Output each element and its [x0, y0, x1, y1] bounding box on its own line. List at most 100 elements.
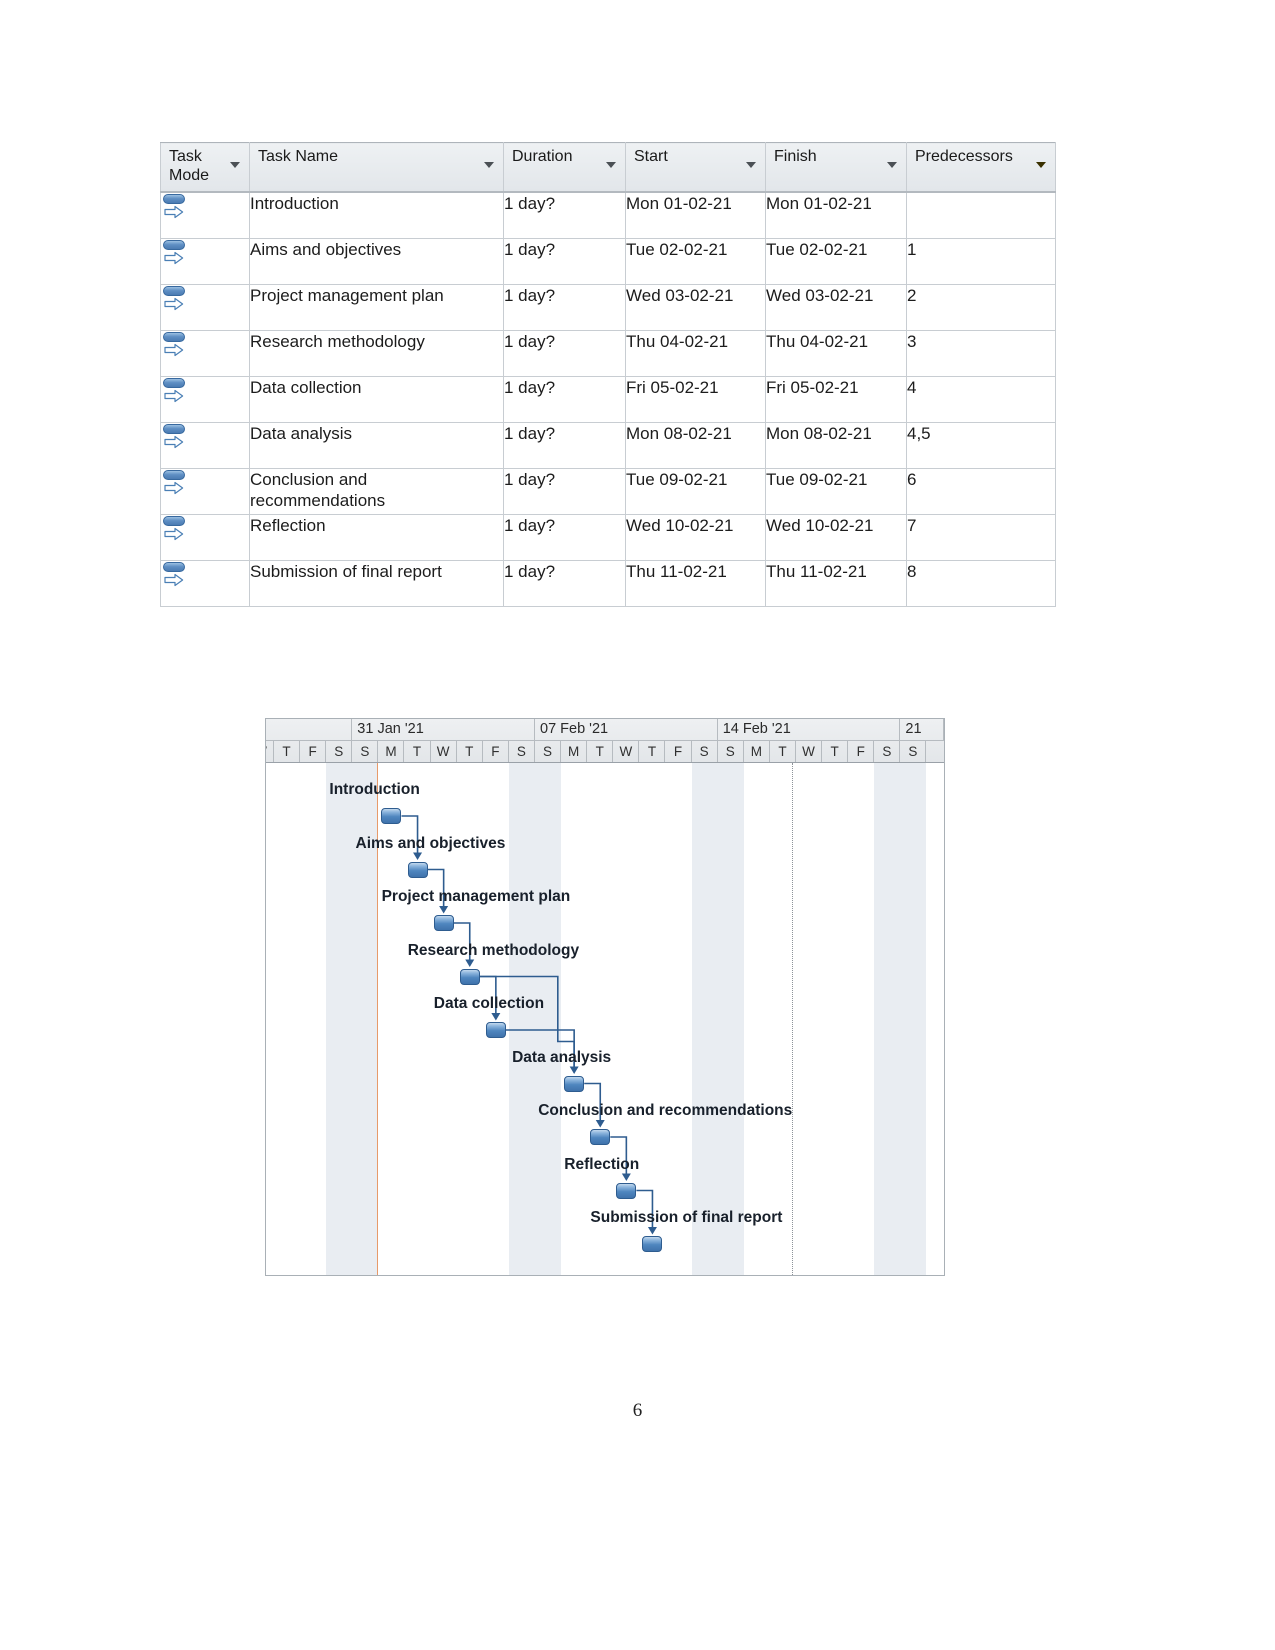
cell-start[interactable]: Fri 05-02-21 — [625, 375, 766, 423]
gantt-task-bar[interactable] — [459, 968, 480, 985]
cell-duration[interactable]: 1 day? — [503, 283, 626, 331]
cell-predecessors[interactable]: 4,5 — [906, 421, 1056, 469]
cell-start[interactable]: Thu 04-02-21 — [625, 329, 766, 377]
cell-duration[interactable]: 1 day? — [503, 375, 626, 423]
timeline-day-label: F — [483, 741, 509, 762]
cell-start[interactable]: Wed 10-02-21 — [625, 513, 766, 561]
cell-start[interactable]: Tue 02-02-21 — [625, 237, 766, 285]
filter-arrow-icon[interactable] — [1036, 162, 1046, 168]
filter-arrow-icon[interactable] — [484, 162, 494, 168]
cell-task-name[interactable]: Conclusion and recommendations — [249, 467, 504, 515]
filter-arrow-icon[interactable] — [606, 162, 616, 168]
cell-task-name[interactable]: Data analysis — [249, 421, 504, 469]
cell-start[interactable]: Tue 09-02-21 — [625, 467, 766, 515]
gantt-day-column — [326, 763, 353, 1275]
gantt-task-bar[interactable] — [485, 1022, 506, 1038]
filter-arrow-icon[interactable] — [230, 162, 240, 168]
cell-start[interactable]: Thu 11-02-21 — [625, 559, 766, 607]
column-header-predecessors[interactable]: Predecessors — [906, 142, 1056, 193]
cell-predecessors[interactable]: 8 — [906, 559, 1056, 607]
cell-finish[interactable]: Wed 03-02-21 — [765, 283, 907, 331]
gantt-day-column — [744, 763, 770, 1275]
cell-duration[interactable]: 1 day? — [503, 467, 626, 515]
duration-text: 1 day? — [504, 423, 556, 443]
cell-start[interactable]: Wed 03-02-21 — [625, 283, 766, 331]
table-row[interactable]: Aims and objectives 1 day? Tue 02-02-21 Tue… — [160, 237, 1056, 285]
table-row[interactable]: Project management plan 1 day? Wed 03-02-2… — [160, 283, 1056, 331]
cell-task-mode[interactable] — [160, 329, 250, 377]
cell-duration[interactable]: 1 day? — [503, 513, 626, 561]
table-row[interactable]: Data analysis 1 day? Mon 08-02-21 Mon 08-02… — [160, 421, 1056, 469]
column-header-task-mode[interactable]: Task Mode — [160, 142, 250, 193]
cell-start[interactable]: Mon 01-02-21 — [625, 191, 766, 239]
cell-task-name[interactable]: Reflection — [249, 513, 504, 561]
timeline-day-label: W — [613, 741, 640, 762]
table-row[interactable]: Research methodology 1 day? Thu 04-02-21 Th… — [160, 329, 1056, 377]
gantt-task-bar[interactable] — [564, 1075, 585, 1092]
duration-text: 1 day? — [504, 377, 556, 397]
cell-task-name[interactable]: Data collection — [249, 375, 504, 423]
filter-arrow-icon[interactable] — [746, 162, 756, 168]
table-row[interactable]: Submission of final report 1 day? Thu 11-0… — [160, 559, 1056, 607]
gantt-task-label: Data analysis — [512, 1048, 612, 1066]
cell-finish[interactable]: Mon 01-02-21 — [765, 191, 907, 239]
cell-task-mode[interactable] — [160, 375, 250, 423]
table-row[interactable]: Reflection 1 day? Wed 10-02-21 Wed 10-02-21… — [160, 513, 1056, 561]
cell-predecessors[interactable]: 1 — [906, 237, 1056, 285]
gantt-timeline-header: 31 Jan '2107 Feb '2114 Feb '2121 WTFSSMT… — [266, 719, 944, 763]
start-date-text: Tue 09-02-21 — [626, 469, 728, 489]
gantt-task-bar[interactable] — [407, 861, 428, 878]
cell-finish[interactable]: Fri 05-02-21 — [765, 375, 907, 423]
cell-task-mode[interactable] — [160, 421, 250, 469]
cell-task-mode[interactable] — [160, 237, 250, 285]
column-header-task-name[interactable]: Task Name — [249, 142, 504, 193]
gantt-task-bar[interactable] — [642, 1236, 663, 1252]
cell-task-mode[interactable] — [160, 467, 250, 515]
cell-predecessors[interactable]: 3 — [906, 329, 1056, 377]
cell-duration[interactable]: 1 day? — [503, 191, 626, 239]
column-header-finish[interactable]: Finish — [765, 142, 907, 193]
gantt-task-bar[interactable] — [381, 808, 402, 824]
table-row[interactable]: Data collection 1 day? Fri 05-02-21 Fri 05-… — [160, 375, 1056, 423]
cell-predecessors[interactable]: 7 — [906, 513, 1056, 561]
cell-predecessors[interactable]: 2 — [906, 283, 1056, 331]
cell-task-name[interactable]: Introduction — [249, 191, 504, 239]
gantt-task-bar[interactable] — [616, 1182, 637, 1199]
cell-task-mode[interactable] — [160, 283, 250, 331]
cell-finish[interactable]: Tue 09-02-21 — [765, 467, 907, 515]
gantt-task-bar[interactable] — [590, 1129, 611, 1145]
table-row[interactable]: Introduction 1 day? Mon 01-02-21 Mon 01-02-… — [160, 191, 1056, 239]
cell-duration[interactable]: 1 day? — [503, 559, 626, 607]
cell-predecessors[interactable]: 6 — [906, 467, 1056, 515]
cell-finish[interactable]: Thu 04-02-21 — [765, 329, 907, 377]
task-name-text: Reflection — [250, 515, 326, 535]
timeline-day-label: S — [535, 741, 562, 762]
start-date-text: Wed 10-02-21 — [626, 515, 734, 535]
cell-task-mode[interactable] — [160, 513, 250, 561]
cell-predecessors[interactable]: 4 — [906, 375, 1056, 423]
cell-task-mode[interactable] — [160, 559, 250, 607]
gantt-task-bar[interactable] — [433, 915, 454, 931]
column-header-start[interactable]: Start — [625, 142, 766, 193]
filter-arrow-icon[interactable] — [887, 162, 897, 168]
cell-task-name[interactable]: Submission of final report — [249, 559, 504, 607]
cell-finish[interactable]: Tue 02-02-21 — [765, 237, 907, 285]
cell-finish[interactable]: Wed 10-02-21 — [765, 513, 907, 561]
task-name-text: Data collection — [250, 377, 362, 397]
task-mode-bar-icon — [163, 285, 185, 296]
cell-start[interactable]: Mon 08-02-21 — [625, 421, 766, 469]
cell-finish[interactable]: Thu 11-02-21 — [765, 559, 907, 607]
cell-duration[interactable]: 1 day? — [503, 329, 626, 377]
cell-task-name[interactable]: Aims and objectives — [249, 237, 504, 285]
cell-finish[interactable]: Mon 08-02-21 — [765, 421, 907, 469]
cell-duration[interactable]: 1 day? — [503, 421, 626, 469]
cell-task-mode[interactable] — [160, 191, 250, 239]
column-header-duration[interactable]: Duration — [503, 142, 626, 193]
gantt-task-label: Conclusion and recommendations — [538, 1102, 793, 1119]
cell-task-name[interactable]: Project management plan — [249, 283, 504, 331]
cell-duration[interactable]: 1 day? — [503, 237, 626, 285]
column-header-finish-label: Finish — [774, 148, 817, 165]
cell-predecessors[interactable] — [906, 191, 1056, 239]
cell-task-name[interactable]: Research methodology — [249, 329, 504, 377]
table-row[interactable]: Conclusion and recommendations 1 day? Tue … — [160, 467, 1056, 515]
